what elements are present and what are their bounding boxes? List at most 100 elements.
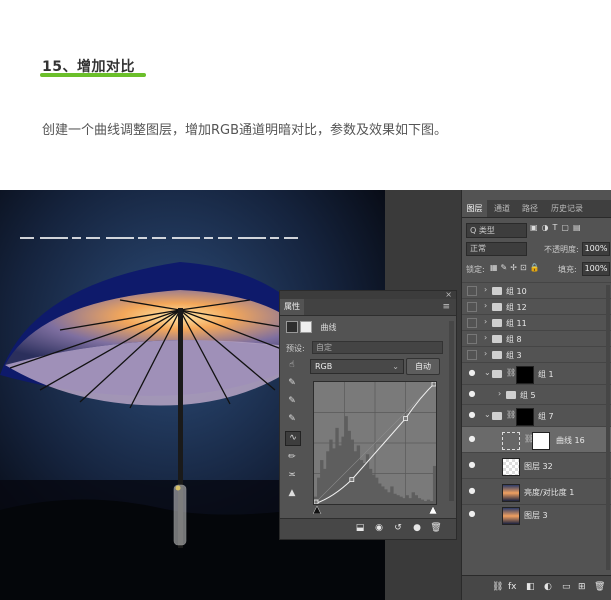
curve-canvas[interactable] [314, 382, 436, 504]
layer-thumbnail[interactable] [502, 507, 520, 525]
folder-icon [506, 391, 516, 399]
layer-row[interactable]: › 组 10 [462, 282, 611, 299]
visibility-toggle[interactable] [467, 302, 477, 312]
opacity-field[interactable]: 100% [582, 242, 610, 256]
view-previous-icon[interactable]: ◉ [373, 523, 385, 534]
tab-history[interactable]: 历史记录 [548, 200, 586, 217]
curve-point[interactable] [403, 416, 408, 421]
gray-point-eyedropper-icon[interactable]: ✎ [285, 395, 299, 408]
layer-row[interactable]: ● ⌄ ⛓ 组 7 [462, 404, 611, 427]
link-icon[interactable]: ⛓ [506, 410, 516, 419]
white-point-eyedropper-icon[interactable]: ✎ [285, 413, 299, 426]
layer-row[interactable]: › 组 11 [462, 314, 611, 331]
chevron-icon[interactable]: › [484, 349, 487, 358]
scrollbar[interactable] [449, 321, 454, 501]
adjustment-layer-icon[interactable]: ◐ [544, 582, 552, 592]
black-point-slider[interactable] [312, 505, 322, 515]
mask-icon[interactable] [300, 321, 312, 333]
layer-row[interactable]: › 组 8 [462, 330, 611, 347]
clipping-warning-icon[interactable]: ▲ [285, 487, 299, 500]
layer-thumbnail[interactable] [502, 458, 520, 476]
eye-icon[interactable]: ● [467, 368, 477, 378]
histogram-bar [432, 465, 436, 504]
add-mask-icon[interactable]: ◧ [526, 582, 535, 592]
curve-graph[interactable] [313, 381, 437, 505]
layer-row[interactable]: ● ⌄ ⛓ 组 1 [462, 362, 611, 385]
new-layer-icon[interactable]: ⊞ [578, 582, 586, 592]
eye-icon[interactable]: ● [467, 486, 477, 496]
group-mask-thumbnail[interactable] [516, 408, 534, 426]
black-point-eyedropper-icon[interactable]: ✎ [285, 377, 299, 390]
properties-footer: ⬓ ◉ ↺ ● 🗑 [280, 518, 456, 539]
visibility-toggle[interactable] [467, 318, 477, 328]
properties-panel: × 属性 ≡ 曲线 预设: 自定 ☝ ✎ ✎ ✎ ∿ ✏ ≍ ▲ RGB ⌄ 自… [279, 290, 457, 540]
auto-button[interactable]: 自动 [406, 358, 440, 375]
layers-scrollbar[interactable] [606, 285, 610, 570]
visibility-toggle[interactable] [467, 286, 477, 296]
folder-icon [492, 319, 502, 327]
tab-properties[interactable]: 属性 [280, 299, 304, 315]
curve-point[interactable] [431, 382, 436, 387]
eye-icon[interactable]: ● [467, 389, 477, 399]
chevron-icon[interactable]: › [484, 301, 487, 310]
preset-select[interactable]: 自定 [312, 341, 443, 354]
eye-icon[interactable]: ● [467, 410, 477, 420]
chevron-icon[interactable]: ⌄ [484, 368, 491, 377]
blend-mode-select[interactable]: 正常 [466, 242, 527, 256]
delete-icon[interactable]: 🗑 [430, 523, 442, 534]
curves-adjustment-icon[interactable] [286, 321, 298, 333]
visibility-icon[interactable]: ● [411, 523, 423, 534]
visibility-toggle[interactable] [467, 334, 477, 344]
target-adjust-icon[interactable]: ☝ [285, 359, 299, 372]
curve-point-tool-icon[interactable]: ∿ [285, 431, 301, 446]
group-mask-thumbnail[interactable] [516, 366, 534, 384]
layer-row[interactable]: ● ⛓ 曲线 16 [462, 426, 611, 453]
white-point-slider[interactable] [428, 505, 438, 515]
eye-icon[interactable]: ● [467, 460, 477, 470]
channel-select[interactable]: RGB ⌄ [310, 359, 404, 374]
tab-paths[interactable]: 路径 [519, 200, 541, 217]
histogram-bar [368, 468, 373, 504]
layer-row[interactable]: ● 亮度/对比度 1 [462, 478, 611, 505]
channel-value: RGB [315, 362, 333, 371]
tab-channels[interactable]: 通道 [491, 200, 513, 217]
curve-point[interactable] [349, 477, 355, 482]
smooth-icon[interactable]: ≍ [285, 469, 299, 482]
layer-row[interactable]: ● › 组 5 [462, 384, 611, 405]
layer-row[interactable]: › 组 12 [462, 298, 611, 315]
filter-icons[interactable]: ▣◑T▢▤ [530, 223, 585, 232]
eye-icon[interactable]: ● [467, 434, 477, 444]
new-group-icon[interactable]: ▭ [562, 582, 571, 592]
trash-icon[interactable]: 🗑 [594, 582, 605, 592]
layer-style-icon[interactable]: fx [508, 582, 517, 592]
layer-row[interactable]: › 组 3 [462, 346, 611, 363]
chevron-icon[interactable]: › [484, 285, 487, 294]
panel-menu-icon[interactable]: ≡ [442, 302, 450, 312]
clip-to-layer-icon[interactable]: ⬓ [354, 523, 366, 534]
layer-row[interactable]: ● 图层 3 [462, 504, 611, 525]
curve-point[interactable] [314, 499, 319, 504]
visibility-toggle[interactable] [467, 350, 477, 360]
link-layers-icon[interactable]: ⛓ [492, 582, 503, 592]
lock-icons[interactable]: ▦✎✢⊡🔒 [490, 263, 543, 272]
close-icon[interactable]: × [445, 290, 452, 299]
chevron-icon[interactable]: › [484, 317, 487, 326]
reset-icon[interactable]: ↺ [392, 523, 404, 534]
layer-filter-select[interactable]: Q 类型 [466, 223, 527, 238]
chevron-icon[interactable]: › [484, 333, 487, 342]
layer-mask-thumbnail[interactable] [532, 432, 550, 450]
link-icon[interactable]: ⛓ [506, 368, 516, 377]
layer-thumbnail[interactable] [502, 432, 520, 450]
histogram-bar [423, 501, 428, 504]
chevron-icon[interactable]: ⌄ [484, 410, 491, 419]
layer-row[interactable]: ● 图层 32 [462, 452, 611, 479]
pencil-icon[interactable]: ✏ [285, 451, 299, 464]
input-slider[interactable] [312, 505, 438, 515]
histogram-bar [384, 489, 388, 504]
layer-thumbnail[interactable] [502, 484, 520, 502]
properties-panel-header[interactable]: × [280, 290, 456, 299]
tab-layers[interactable]: 图层 [462, 200, 487, 217]
fill-field[interactable]: 100% [582, 262, 610, 276]
chevron-icon[interactable]: › [498, 389, 501, 398]
eye-icon[interactable]: ● [467, 509, 477, 519]
